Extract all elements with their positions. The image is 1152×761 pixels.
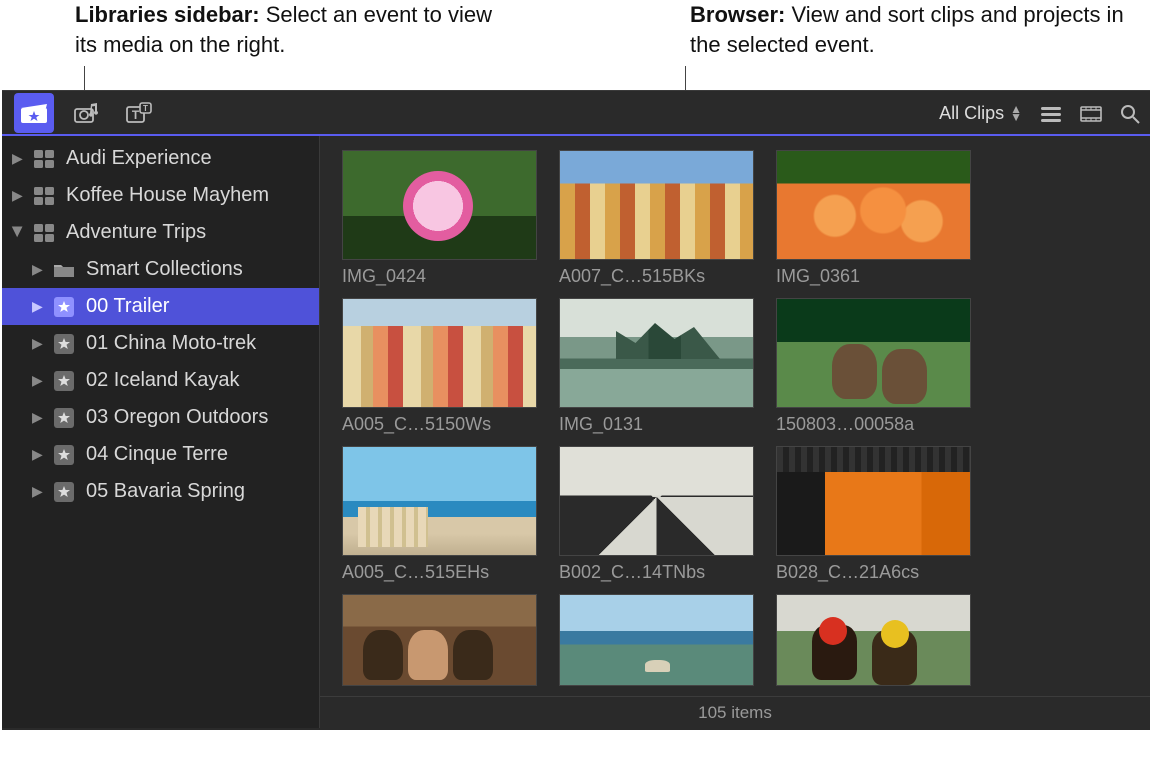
- libraries-tab-button[interactable]: [14, 93, 54, 133]
- clip-item[interactable]: IMG_0424: [342, 150, 537, 298]
- clip-label: B002_C…14TNbs: [559, 562, 754, 583]
- clip-grid: IMG_0424 A007_C…515BKs IMG_0361 A005_C…5…: [320, 136, 1150, 696]
- disclosure-arrow-icon: ▶: [12, 187, 24, 204]
- clip-item[interactable]: IMG_0361: [776, 150, 971, 298]
- clip-thumbnail: [342, 446, 537, 556]
- sidebar-item-event[interactable]: ▶ 00 Trailer: [2, 288, 319, 325]
- clip-item[interactable]: B002_C…14TNbs: [559, 446, 754, 594]
- sidebar-item-label: Koffee House Mayhem: [66, 184, 269, 207]
- sidebar-item-event[interactable]: ▶ 03 Oregon Outdoors: [2, 399, 319, 436]
- clip-thumbnail: [559, 446, 754, 556]
- sidebar-item-label: 03 Oregon Outdoors: [86, 406, 268, 429]
- sidebar-item-label: Audi Experience: [66, 147, 212, 170]
- event-star-icon: [52, 408, 76, 428]
- clip-thumbnail: [776, 446, 971, 556]
- sidebar-item-label: 04 Cinque Terre: [86, 443, 228, 466]
- disclosure-arrow-icon: ▶: [32, 298, 44, 315]
- disclosure-arrow-icon: ▶: [32, 335, 44, 352]
- clip-label: B028_C…21A6cs: [776, 562, 971, 583]
- sidebar-item-label: 02 Iceland Kayak: [86, 369, 239, 392]
- sidebar-item-label: 00 Trailer: [86, 295, 169, 318]
- clip-thumbnail: [342, 594, 537, 686]
- clip-item[interactable]: 150803…00058a: [776, 298, 971, 446]
- clip-filter-dropdown[interactable]: All Clips ▲▼: [939, 103, 1022, 124]
- clip-thumbnail: [559, 594, 754, 686]
- clip-item[interactable]: [342, 594, 537, 696]
- list-view-button[interactable]: [1040, 105, 1062, 123]
- clip-item[interactable]: [776, 594, 971, 696]
- titles-tab-button[interactable]: T T: [118, 93, 158, 133]
- clip-label: IMG_0131: [559, 414, 754, 435]
- clip-item[interactable]: [559, 594, 754, 696]
- clip-label: IMG_0361: [776, 266, 971, 287]
- clip-thumbnail: [342, 150, 537, 260]
- clip-label: IMG_0424: [342, 266, 537, 287]
- event-star-icon: [52, 445, 76, 465]
- sidebar-item-library[interactable]: ▶ Adventure Trips: [2, 214, 319, 251]
- updown-icon: ▲▼: [1010, 106, 1022, 120]
- annotation-libraries-sidebar: Libraries sidebar: Select an event to vi…: [75, 0, 495, 90]
- clip-filter-label: All Clips: [939, 103, 1004, 124]
- filmstrip-view-button[interactable]: [1080, 105, 1102, 123]
- sidebar-item-event[interactable]: ▶ 04 Cinque Terre: [2, 436, 319, 473]
- library-icon: [32, 149, 56, 169]
- disclosure-arrow-icon: ▶: [32, 409, 44, 426]
- toolbar: T T All Clips ▲▼: [2, 91, 1150, 136]
- search-button[interactable]: [1120, 104, 1140, 124]
- clip-item[interactable]: A005_C…5150Ws: [342, 298, 537, 446]
- clip-browser: IMG_0424 A007_C…515BKs IMG_0361 A005_C…5…: [320, 136, 1150, 728]
- disclosure-arrow-icon: ▶: [10, 227, 27, 239]
- disclosure-arrow-icon: ▶: [32, 372, 44, 389]
- title-t-icon: T T: [124, 102, 152, 124]
- svg-text:T: T: [143, 104, 148, 113]
- item-count: 105 items: [698, 703, 772, 723]
- sidebar-item-smart-collections[interactable]: ▶ Smart Collections: [2, 251, 319, 288]
- clip-thumbnail: [776, 298, 971, 408]
- annotation-browser: Browser: View and sort clips and project…: [690, 0, 1130, 90]
- clip-item[interactable]: A005_C…515EHs: [342, 446, 537, 594]
- clip-item[interactable]: B028_C…21A6cs: [776, 446, 971, 594]
- clip-thumbnail: [559, 150, 754, 260]
- sidebar-item-event[interactable]: ▶ 02 Iceland Kayak: [2, 362, 319, 399]
- clapperboard-star-icon: [20, 102, 48, 124]
- disclosure-arrow-icon: ▶: [32, 483, 44, 500]
- camera-music-icon: [72, 102, 100, 124]
- sidebar-item-event[interactable]: ▶ 01 China Moto-trek: [2, 325, 319, 362]
- clip-thumbnail: [342, 298, 537, 408]
- clip-item[interactable]: A007_C…515BKs: [559, 150, 754, 298]
- clip-item[interactable]: IMG_0131: [559, 298, 754, 446]
- clip-label: 150803…00058a: [776, 414, 971, 435]
- sidebar-item-label: 01 China Moto-trek: [86, 332, 256, 355]
- event-star-icon: [52, 482, 76, 502]
- clip-label: A005_C…515EHs: [342, 562, 537, 583]
- libraries-sidebar: ▶ Audi Experience ▶ Koffee House Mayhem …: [2, 136, 320, 728]
- library-icon: [32, 223, 56, 243]
- clip-thumbnail: [776, 150, 971, 260]
- app-window: T T All Clips ▲▼: [2, 90, 1150, 730]
- clip-label: A005_C…5150Ws: [342, 414, 537, 435]
- clip-thumbnail: [776, 594, 971, 686]
- event-star-icon: [52, 297, 76, 317]
- library-icon: [32, 186, 56, 206]
- sidebar-item-label: 05 Bavaria Spring: [86, 480, 245, 503]
- disclosure-arrow-icon: ▶: [32, 446, 44, 463]
- disclosure-arrow-icon: ▶: [12, 150, 24, 167]
- clip-label: A007_C…515BKs: [559, 266, 754, 287]
- photos-audio-tab-button[interactable]: [66, 93, 106, 133]
- sidebar-item-event[interactable]: ▶ 05 Bavaria Spring: [2, 473, 319, 510]
- sidebar-item-label: Smart Collections: [86, 258, 243, 281]
- svg-text:T: T: [132, 108, 140, 122]
- event-star-icon: [52, 371, 76, 391]
- sidebar-item-library[interactable]: ▶ Audi Experience: [2, 140, 319, 177]
- event-star-icon: [52, 334, 76, 354]
- sidebar-item-library[interactable]: ▶ Koffee House Mayhem: [2, 177, 319, 214]
- status-bar: 105 items: [320, 696, 1150, 728]
- folder-icon: [52, 260, 76, 280]
- sidebar-item-label: Adventure Trips: [66, 221, 206, 244]
- clip-thumbnail: [559, 298, 754, 408]
- disclosure-arrow-icon: ▶: [32, 261, 44, 278]
